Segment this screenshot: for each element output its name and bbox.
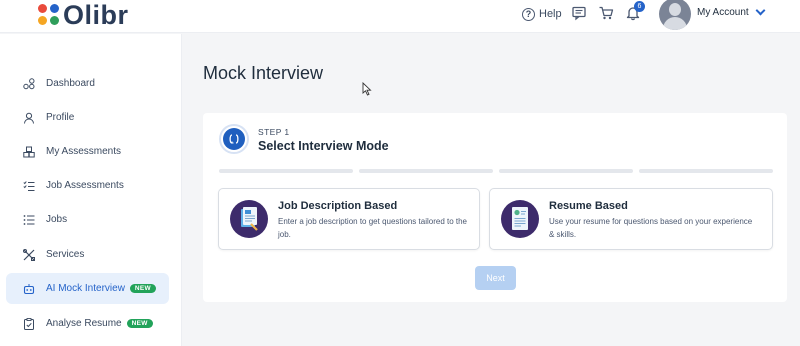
sidebar-item-label: Jobs <box>46 214 68 225</box>
sidebar-item-label: AI Mock Interview <box>46 283 125 294</box>
sidebar-item-label: Services <box>46 249 85 260</box>
sidebar-item-dashboard[interactable]: Dashboard <box>6 68 169 99</box>
top-header: Olibr ? Help 6 My Account <box>0 0 800 33</box>
account-label: My Account <box>697 7 749 18</box>
account-menu[interactable]: My Account <box>697 5 766 18</box>
progress-segment <box>359 169 493 173</box>
sidebar-item-jobs[interactable]: Jobs <box>6 204 169 235</box>
option-job-description[interactable]: Job Description Based Enter a job descri… <box>218 188 480 250</box>
sidebar-item-analyse-resume[interactable]: Analyse Resume NEW <box>6 308 169 339</box>
mouse-cursor-icon <box>362 82 372 96</box>
brand-logo[interactable]: Olibr <box>38 0 129 30</box>
robot-icon <box>23 283 35 294</box>
new-badge: NEW <box>126 319 153 328</box>
document-icon <box>230 200 268 238</box>
assessments-icon <box>23 146 35 157</box>
option-title: Resume Based <box>549 200 628 212</box>
step-label: STEP 1 <box>258 127 290 137</box>
page-title: Mock Interview <box>203 63 324 83</box>
resume-icon <box>501 200 539 238</box>
step-title: Select Interview Mode <box>258 139 389 153</box>
tools-icon <box>23 248 35 261</box>
sidebar-item-label: Job Assessments <box>46 180 124 191</box>
sidebar-item-label: Dashboard <box>46 78 95 89</box>
user-icon <box>24 112 34 124</box>
progress-segment <box>219 169 353 173</box>
interview-mode-card: STEP 1 Select Interview Mode Job Descrip… <box>203 113 787 302</box>
sidebar-item-profile[interactable]: Profile <box>6 102 169 133</box>
sidebar-item-job-assessments[interactable]: Job Assessments <box>6 170 169 201</box>
step-icon <box>219 124 249 154</box>
avatar[interactable] <box>659 0 691 30</box>
sidebar-item-label: My Assessments <box>46 146 122 157</box>
dashboard-icon <box>23 77 35 89</box>
option-description: Use your resume for questions based on y… <box>549 217 753 239</box>
checklist-icon <box>23 180 35 191</box>
clipboard-check-icon <box>24 317 34 330</box>
chevron-down-icon <box>755 5 766 16</box>
logo-mark-icon <box>38 3 62 27</box>
list-icon <box>23 214 35 225</box>
sidebar-item-services[interactable]: Services <box>6 239 169 270</box>
next-button[interactable]: Next <box>475 266 516 290</box>
sidebar-item-label: Profile <box>46 112 75 123</box>
option-resume-based[interactable]: Resume Based Use your resume for questio… <box>489 188 773 250</box>
new-badge: NEW <box>129 284 156 293</box>
help-label: Help <box>539 8 562 20</box>
progress-segment <box>639 169 773 173</box>
help-icon: ? <box>522 7 535 21</box>
notification-count-badge: 6 <box>634 1 645 12</box>
cart-icon[interactable] <box>598 5 614 21</box>
mode-swap-icon <box>229 134 239 144</box>
sidebar-item-my-assessments[interactable]: My Assessments <box>6 136 169 167</box>
sidebar: Dashboard Profile My Assessments Job Ass… <box>0 34 182 346</box>
option-description: Enter a job description to get questions… <box>278 217 468 239</box>
sidebar-item-ai-mock-interview[interactable]: AI Mock Interview NEW <box>6 273 169 304</box>
option-title: Job Description Based <box>278 200 398 212</box>
help-link[interactable]: ? Help <box>522 0 562 28</box>
chat-icon[interactable] <box>571 5 587 21</box>
brand-name: Olibr <box>63 0 129 30</box>
sidebar-item-label: Analyse Resume <box>46 318 122 329</box>
progress-segment <box>499 169 633 173</box>
